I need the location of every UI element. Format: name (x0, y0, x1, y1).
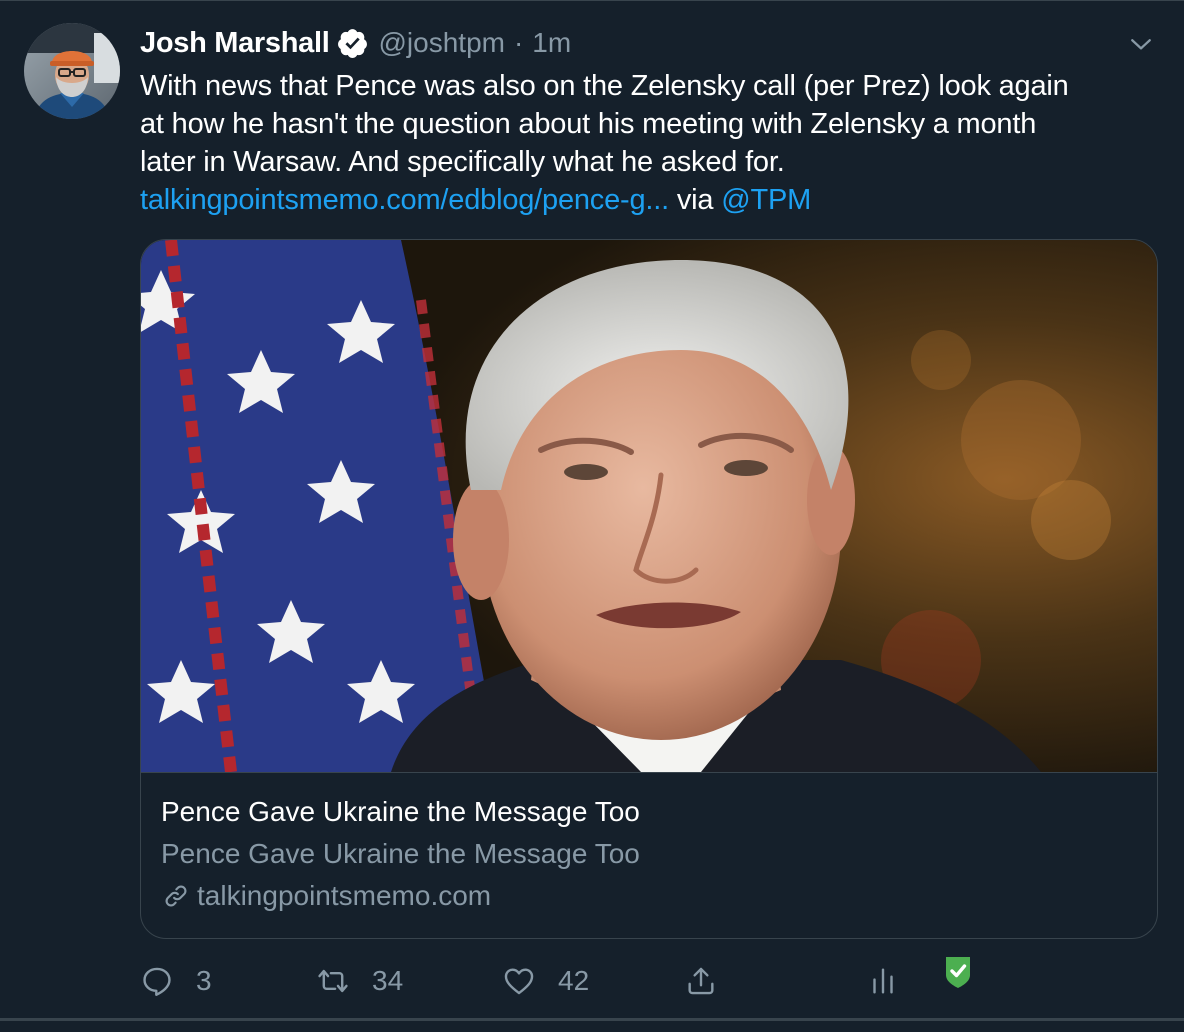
chevron-down-icon[interactable] (1126, 29, 1156, 59)
tweet-text: With news that Pence was also on the Zel… (140, 67, 1160, 219)
link-icon (165, 885, 187, 907)
shield-check-icon[interactable] (944, 955, 972, 989)
share-icon (688, 967, 714, 995)
author-name[interactable]: Josh Marshall (140, 27, 330, 60)
retweet-icon (318, 969, 348, 993)
card-domain-text: talkingpointsmemo.com (197, 880, 492, 911)
analytics-button[interactable] (866, 956, 900, 1006)
heart-icon (504, 968, 534, 995)
card-title[interactable]: Pence Gave Ukraine the Message Too (161, 796, 640, 828)
tweet-text-line: With news that Pence was also on the Zel… (140, 70, 1069, 102)
link-card[interactable]: Pence Gave Ukraine the Message Too Pence… (140, 239, 1158, 939)
divider (0, 1018, 1184, 1021)
reply-count: 3 (196, 965, 212, 996)
reply-button[interactable]: 3 (140, 956, 212, 1006)
separator-dot: · (513, 27, 524, 58)
retweet-button[interactable]: 34 (316, 956, 403, 1006)
card-domain: talkingpointsmemo.com (161, 880, 491, 912)
tweet-header: Josh Marshall @joshtpm · 1m (140, 23, 571, 63)
tweet-timestamp[interactable]: 1m (532, 27, 571, 59)
tweet-text-line: at how he hasn't the question about his … (140, 108, 1037, 140)
tweet-text-line-link: talkingpointsmemo.com/edblog/pence-g... … (140, 181, 1160, 219)
like-count: 42 (558, 965, 590, 996)
card-description: Pence Gave Ukraine the Message Too (161, 838, 640, 869)
like-button[interactable]: 42 (502, 956, 589, 1006)
via-text: via (676, 184, 714, 216)
avatar[interactable] (24, 23, 120, 119)
verified-badge-icon (337, 28, 367, 58)
tweet[interactable]: Josh Marshall @joshtpm · 1m With news th… (0, 0, 1184, 1018)
mention-link[interactable]: @TPM (721, 184, 811, 216)
reply-icon (143, 967, 171, 996)
retweet-count: 34 (372, 965, 404, 996)
card-image[interactable] (141, 240, 1157, 773)
analytics-icon (873, 968, 893, 994)
tweet-actions: 3 34 42 (140, 956, 1140, 1006)
article-link[interactable]: talkingpointsmemo.com/edblog/pence-g... (140, 184, 669, 216)
share-button[interactable] (684, 956, 718, 1006)
author-handle[interactable]: @joshtpm (379, 27, 505, 59)
tweet-text-line: later in Warsaw. And specifically what h… (140, 146, 785, 178)
